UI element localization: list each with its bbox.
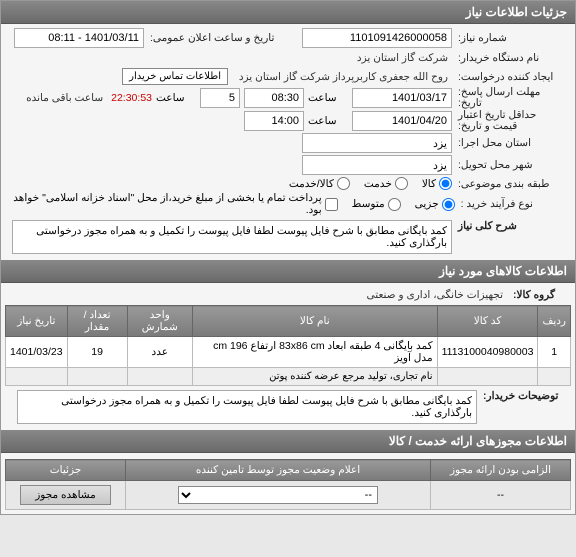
- cell-unit: عدد: [127, 337, 192, 368]
- cat-service-radio[interactable]: [395, 177, 408, 190]
- deliv-loc-input[interactable]: [302, 155, 452, 175]
- col-name: نام کالا: [192, 306, 437, 337]
- category-radio-group: کالا خدمت کالا/خدمت: [289, 177, 452, 190]
- process-radio-group: جزیی متوسط پرداخت تمام یا بخشی از مبلغ خ…: [5, 192, 455, 216]
- buyer-value: شرکت گاز استان یزد: [353, 50, 452, 66]
- cell-mandatory: --: [431, 481, 571, 510]
- col-status: اعلام وضعیت مجوز توسط تامین کننده: [126, 460, 431, 481]
- col-code: کد کالا: [437, 306, 538, 337]
- cat-gs-radio[interactable]: [337, 177, 350, 190]
- buyer-note-label: توضیحات خریدار:: [481, 390, 571, 402]
- group-value: تجهیزات خانگی، اداری و صنعتی: [363, 287, 507, 303]
- request-form: شماره نیاز: تاریخ و ساعت اعلان عمومی: نا…: [1, 24, 575, 260]
- desc-text: کمد بایگانی مطابق با شرح فایل پیوست لطفا…: [12, 220, 452, 254]
- proc-partial-option[interactable]: جزیی: [415, 198, 455, 211]
- cat-service-option[interactable]: خدمت: [364, 177, 408, 190]
- countdown-value: 22:30:53: [111, 92, 152, 104]
- creator-value: روح الله جعفری کاربرپرداز شرکت گاز استان…: [232, 69, 452, 85]
- status-select[interactable]: --: [178, 486, 378, 504]
- cat-goods-option[interactable]: کالا: [422, 177, 452, 190]
- permits-row: -- -- مشاهده مجوز: [6, 481, 571, 510]
- exec-loc-label: استان محل اجرا:: [456, 137, 571, 149]
- req-no-label: شماره نیاز:: [456, 32, 571, 44]
- cell-name: کمد بایگانی 4 طبقه ابعاد 83x86 cm ارتفاع…: [192, 337, 437, 368]
- col-details: جزئیات: [6, 460, 126, 481]
- validity-date-input[interactable]: [352, 111, 452, 131]
- buyer-label: نام دستگاه خریدار:: [456, 52, 571, 64]
- cell-details: مشاهده مجوز: [6, 481, 126, 510]
- desc-label: شرح کلی نیاز: [456, 220, 571, 232]
- cell-code: 1113100040980003: [437, 337, 538, 368]
- col-mandatory: الزامی بودن ارائه مجوز: [431, 460, 571, 481]
- proc-label: نوع فرآیند خرید :: [459, 198, 571, 210]
- table-row[interactable]: 1 1113100040980003 کمد بایگانی 4 طبقه اب…: [6, 337, 571, 368]
- goods-header: اطلاعات کالاهای مورد نیاز: [1, 260, 575, 283]
- table-subrow: نام تجاری، تولید مرجع عرضه کننده پوتن: [6, 368, 571, 386]
- view-permit-button[interactable]: مشاهده مجوز: [20, 485, 111, 505]
- proc-medium-option[interactable]: متوسط: [352, 198, 401, 211]
- proc-note-checkbox[interactable]: [325, 198, 338, 211]
- cat-gs-option[interactable]: کالا/خدمت: [289, 177, 350, 190]
- creator-label: ایجاد کننده درخواست:: [456, 71, 571, 83]
- group-label: گروه کالا:: [511, 289, 571, 301]
- cell-date: 1401/03/23: [6, 337, 68, 368]
- permits-header: اطلاعات مجوزهای ارائه خدمت / کالا: [1, 430, 575, 453]
- time-label-1: ساعت: [308, 92, 348, 104]
- col-date: تاریخ نیاز: [6, 306, 68, 337]
- cell-status: --: [126, 481, 431, 510]
- cat-goods-radio[interactable]: [439, 177, 452, 190]
- proc-partial-radio[interactable]: [442, 198, 455, 211]
- days-remain-input[interactable]: [200, 88, 240, 108]
- remain-suffix: ساعت باقی مانده: [22, 90, 107, 106]
- time-label-3: ساعت: [308, 115, 348, 127]
- cell-qty: 19: [67, 337, 127, 368]
- time-label-2: ساعت: [156, 92, 196, 104]
- deliv-loc-label: شهر محل تحویل:: [456, 159, 571, 171]
- deadline-time-input[interactable]: [244, 88, 304, 108]
- exec-loc-input[interactable]: [302, 133, 452, 153]
- col-row: ردیف: [538, 306, 571, 337]
- col-qty: تعداد / مقدار: [67, 306, 127, 337]
- cell-sub: نام تجاری، تولید مرجع عرضه کننده پوتن: [192, 368, 437, 386]
- buyer-note-text: کمد بایگانی مطابق با شرح فایل پیوست لطفا…: [17, 390, 477, 424]
- validity-time-input[interactable]: [244, 111, 304, 131]
- goods-table: ردیف کد کالا نام کالا واحد شمارش تعداد /…: [5, 305, 571, 386]
- ann-date-label: تاریخ و ساعت اعلان عمومی:: [148, 32, 298, 44]
- ann-date-input[interactable]: [14, 28, 144, 48]
- deadline-date-input[interactable]: [352, 88, 452, 108]
- deadline-label-2: تاریخ:: [458, 97, 482, 109]
- page-header: جزئیات اطلاعات نیاز: [1, 1, 575, 24]
- deadline-label: مهلت ارسال پاسخ: تاریخ:: [456, 87, 571, 108]
- cell-row: 1: [538, 337, 571, 368]
- proc-medium-radio[interactable]: [388, 198, 401, 211]
- permits-header-row: الزامی بودن ارائه مجوز اعلام وضعیت مجوز …: [6, 460, 571, 481]
- validity-label-2: قیمت و تاریخ:: [458, 120, 517, 132]
- goods-header-row: ردیف کد کالا نام کالا واحد شمارش تعداد /…: [6, 306, 571, 337]
- cat-label: طبقه بندی موضوعی:: [456, 178, 571, 190]
- contact-buyer-button[interactable]: اطلاعات تماس خریدار: [122, 68, 228, 85]
- col-unit: واحد شمارش: [127, 306, 192, 337]
- permits-table: الزامی بودن ارائه مجوز اعلام وضعیت مجوز …: [5, 459, 571, 510]
- req-no-input[interactable]: [302, 28, 452, 48]
- proc-note-option[interactable]: پرداخت تمام یا بخشی از مبلغ خرید،از محل …: [5, 192, 338, 216]
- validity-label: حداقل تاریخ اعتبار قیمت و تاریخ:: [456, 110, 571, 131]
